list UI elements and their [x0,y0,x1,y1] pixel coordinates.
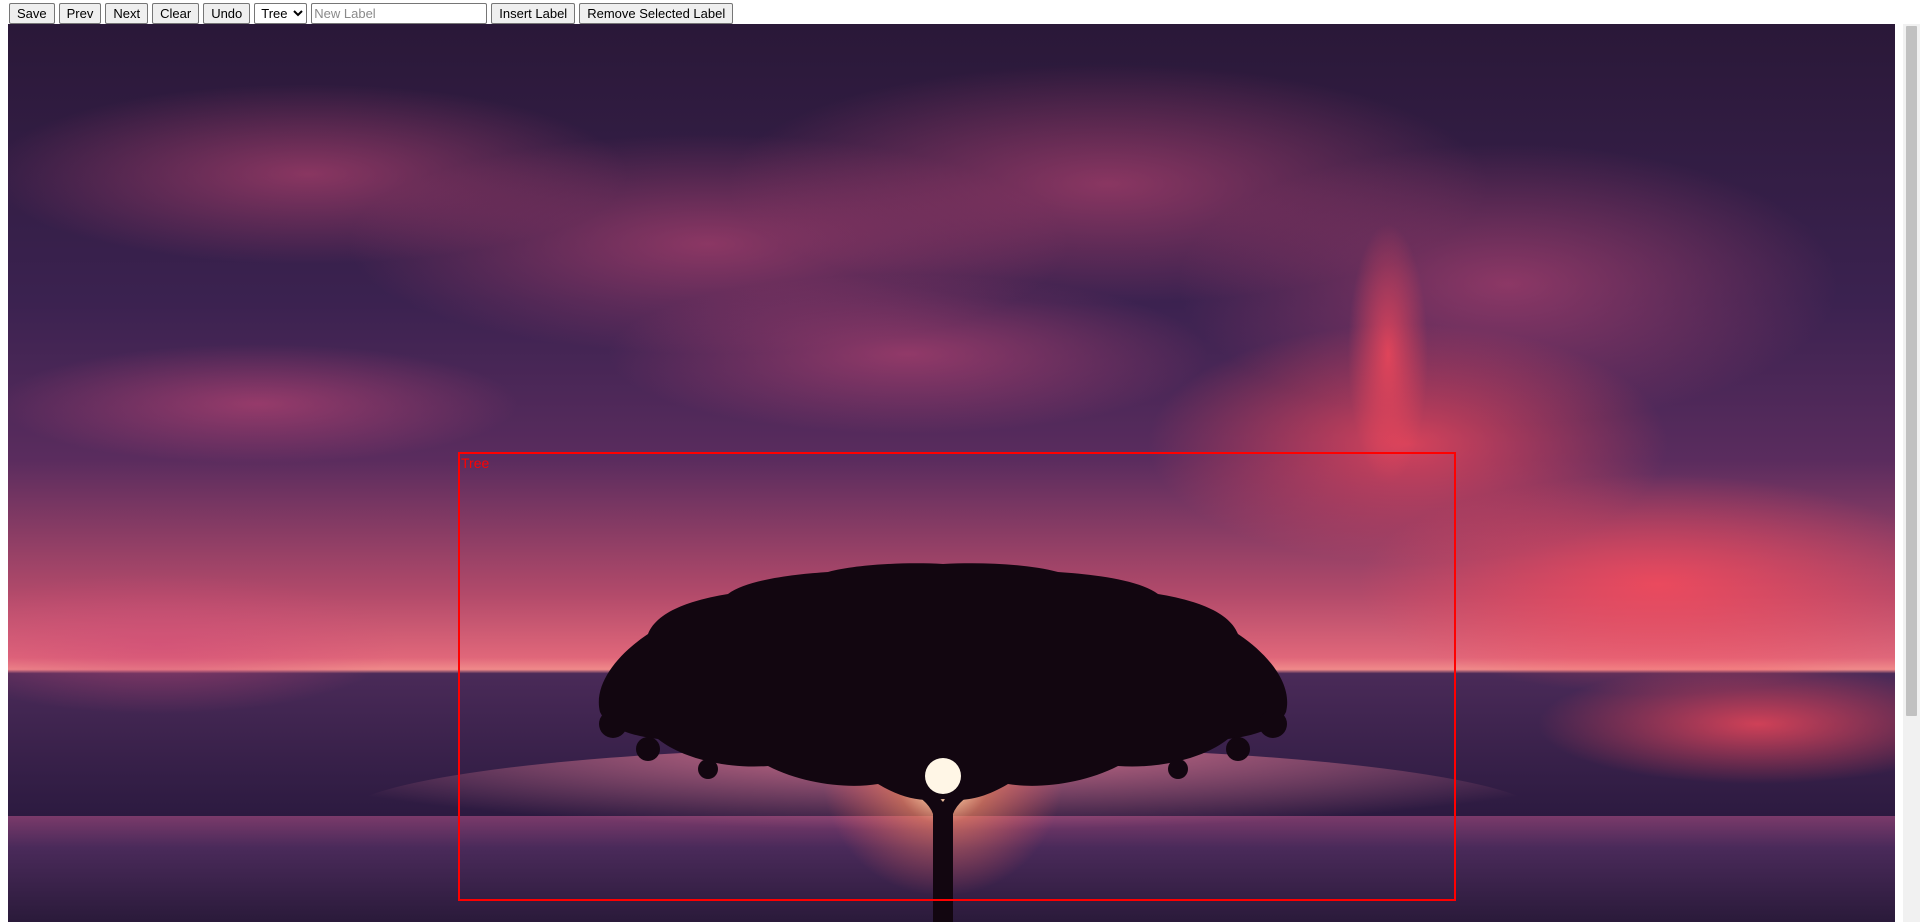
save-button[interactable]: Save [9,3,55,24]
undo-button[interactable]: Undo [203,3,251,24]
annotation-box[interactable]: Tree [458,452,1456,901]
annotation-toolbar: Save Prev Next Clear Undo Tree Insert La… [0,0,1900,24]
prev-button[interactable]: Prev [58,3,102,24]
new-label-input[interactable] [311,3,488,24]
clear-button[interactable]: Clear [152,3,200,24]
next-button[interactable]: Next [105,3,149,24]
scrollbar-thumb[interactable] [1906,26,1917,716]
annotation-canvas[interactable]: Tree [8,24,1895,922]
annotation-box-label: Tree [461,455,490,471]
remove-selected-label-button[interactable]: Remove Selected Label [579,3,734,24]
insert-label-button[interactable]: Insert Label [491,3,576,24]
vertical-scrollbar[interactable] [1903,24,1920,922]
label-select[interactable]: Tree [254,3,308,24]
